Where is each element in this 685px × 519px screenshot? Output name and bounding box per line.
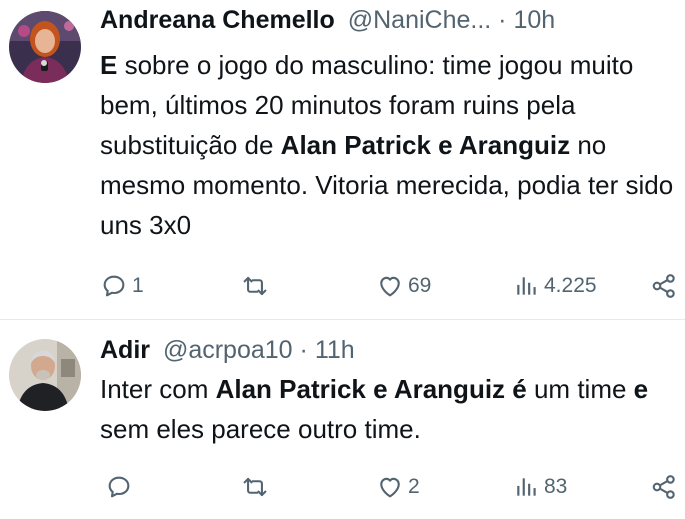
author-name[interactable]: Andreana Chemello <box>100 6 335 34</box>
tweet-adir[interactable]: Adir @acrpoa10 · 11h Inter com Alan Patr… <box>0 320 685 519</box>
views-button[interactable]: 4.225 <box>514 270 597 302</box>
reply-button[interactable] <box>105 471 137 503</box>
like-heart-icon <box>380 276 400 297</box>
tweet-text-segment: é <box>512 374 527 404</box>
tweet-text: Inter com Alan Patrick e Aranguiz é um t… <box>100 369 685 449</box>
like-count: 2 <box>408 475 420 498</box>
retweet-icon <box>243 477 267 497</box>
like-count: 69 <box>408 274 432 297</box>
tweet-header: Adir @acrpoa10 · 11h <box>100 335 665 365</box>
share-icon <box>652 274 675 298</box>
views-count: 83 <box>544 475 568 498</box>
like-heart-icon <box>380 477 400 498</box>
avatar[interactable] <box>9 339 81 411</box>
views-count: 4.225 <box>544 274 597 297</box>
share-icon <box>652 475 675 499</box>
retweet-icon <box>243 276 267 296</box>
tweet-text-segment: Inter com <box>100 374 216 404</box>
tweet-text: E sobre o jogo do masculino: time jogou … <box>100 45 685 245</box>
tweet-header: Andreana Chemello @NaniChe... · 10h <box>100 5 665 35</box>
views-bar-chart-icon <box>517 277 536 295</box>
like-button[interactable]: 2 <box>376 471 420 503</box>
author-handle[interactable]: @acrpoa10 <box>163 336 293 364</box>
action-bar: 1 69 4.225 <box>100 270 685 302</box>
views-bar-chart-icon <box>517 478 536 496</box>
tweet-andreana[interactable]: Andreana Chemello @NaniChe... · 10h E so… <box>0 0 685 320</box>
timestamp[interactable]: 11h <box>315 336 355 364</box>
reply-icon <box>108 476 130 498</box>
views-button[interactable]: 83 <box>514 471 567 503</box>
author-handle[interactable]: @NaniChe... <box>348 6 492 34</box>
avatar[interactable] <box>9 11 81 83</box>
retweet-button[interactable] <box>240 270 274 302</box>
tweet-text-segment: Alan Patrick e Aranguiz <box>215 374 506 404</box>
action-bar: 2 83 <box>100 471 685 503</box>
separator: · <box>491 6 514 34</box>
share-button[interactable] <box>650 270 678 302</box>
retweet-button[interactable] <box>240 471 274 503</box>
reply-button[interactable]: 1 <box>100 270 144 302</box>
tweet-text-segment: um time <box>526 374 634 404</box>
tweet-text-segment: E <box>100 50 118 80</box>
reply-count: 1 <box>132 274 144 297</box>
timestamp[interactable]: 10h <box>513 6 555 34</box>
like-button[interactable]: 69 <box>376 270 431 302</box>
separator: · <box>292 336 315 364</box>
tweet-text-segment: e <box>633 374 649 404</box>
tweet-text-segment: sem eles parece outro time. <box>100 414 421 444</box>
tweet-text-segment: Alan Patrick e Aranguiz <box>280 130 571 160</box>
share-button[interactable] <box>650 471 678 503</box>
author-name[interactable]: Adir <box>100 336 150 364</box>
reply-icon <box>103 275 125 297</box>
